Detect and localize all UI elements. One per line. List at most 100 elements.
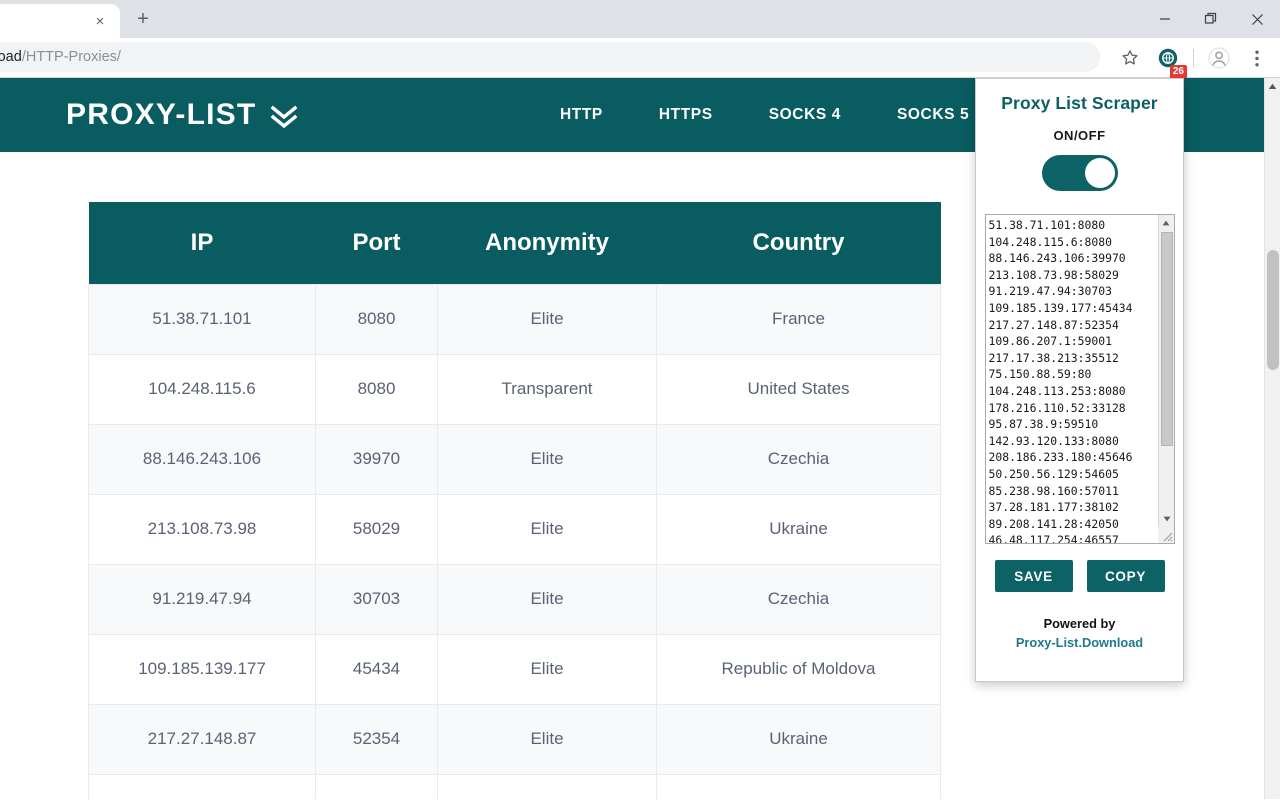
table-header-row: IP Port Anonymity Country [89,202,941,284]
cell-country: Ukraine [657,774,941,799]
extension-footer: Powered by Proxy-List.Download [1016,614,1143,652]
cell-port: 59001 [316,774,438,799]
proxy-table-body: 51.38.71.1018080EliteFrance104.248.115.6… [89,284,941,799]
extension-actions: SAVE COPY [995,560,1165,592]
cell-ip: 217.27.148.87 [89,704,316,774]
extension-popup: Proxy List Scraper ON/OFF 51.38.71.101:8… [975,78,1184,682]
powered-by-label: Powered by [1016,614,1143,633]
cell-port: 8080 [316,284,438,354]
table-row: 217.27.148.8752354EliteUkraine [89,704,941,774]
page-scrollbar[interactable] [1264,78,1280,799]
table-row: 88.146.243.10639970EliteCzechia [89,424,941,494]
url-text: w.proxy-list.download/HTTP-Proxies/ [0,49,121,65]
browser-chrome: × + w.proxy-list.download/HTTP-Proxies/ [0,0,1280,78]
cell-ip: 91.219.47.94 [89,564,316,634]
table-row: 109.86.207.159001EliteUkraine [89,774,941,799]
toolbar-divider [1193,49,1194,67]
cell-ip: 104.248.115.6 [89,354,316,424]
cell-port: 39970 [316,424,438,494]
proxy-list-scraper-extension-icon[interactable]: 26 [1152,42,1184,74]
table-row: 109.185.139.17745434EliteRepublic of Mol… [89,634,941,704]
address-bar[interactable]: w.proxy-list.download/HTTP-Proxies/ [0,42,1100,72]
nav-item-https[interactable]: HTTPS [659,106,713,124]
cell-ip: 109.86.207.1 [89,774,316,799]
textarea-scroll-up-icon[interactable] [1159,215,1174,231]
cell-country: Republic of Moldova [657,634,941,704]
cell-ip: 88.146.243.106 [89,424,316,494]
cell-ip: 109.185.139.177 [89,634,316,704]
textarea-scrollbar[interactable] [1158,215,1174,543]
cell-country: United States [657,354,941,424]
onoff-label: ON/OFF [1053,128,1105,143]
url-host: w.proxy-list.download [0,49,22,65]
cell-anonymity: Elite [438,424,657,494]
cell-anonymity: Elite [438,284,657,354]
toolbar-actions: 26 [1111,38,1276,78]
browser-tab-active[interactable]: × [0,4,120,38]
site-nav: HTTP HTTPS SOCKS 4 SOCKS 5 [560,106,969,124]
tab-close-icon[interactable]: × [89,10,111,32]
table-row: 91.219.47.9430703EliteCzechia [89,564,941,634]
close-icon[interactable] [1234,2,1280,36]
cell-port: 30703 [316,564,438,634]
textarea-resize-grip[interactable] [1158,527,1174,543]
cell-port: 52354 [316,704,438,774]
cell-country: Czechia [657,564,941,634]
cell-port: 8080 [316,354,438,424]
cell-ip: 213.108.73.98 [89,494,316,564]
column-header-port[interactable]: Port [316,202,438,284]
textarea-scrollbar-thumb[interactable] [1161,232,1173,446]
proxy-list-textarea[interactable]: 51.38.71.101:8080 104.248.115.6:8080 88.… [985,214,1175,544]
cell-ip: 51.38.71.101 [89,284,316,354]
site-logo-text: PROXY-LIST [66,98,256,132]
window-controls [1142,0,1280,38]
proxy-table-container: IP Port Anonymity Country 51.38.71.10180… [88,202,940,799]
onoff-toggle-switch[interactable] [1042,155,1118,191]
cell-port: 45434 [316,634,438,704]
proxy-table-head: IP Port Anonymity Country [89,202,941,284]
url-path: /HTTP-Proxies/ [22,49,121,65]
cell-country: Ukraine [657,704,941,774]
nav-item-http[interactable]: HTTP [560,106,603,124]
scrollbar-thumb[interactable] [1267,250,1279,370]
toggle-knob [1085,158,1115,188]
extension-badge-count: 26 [1170,65,1187,79]
textarea-scroll-down-icon[interactable] [1159,511,1175,527]
cell-country: Czechia [657,424,941,494]
cell-anonymity: Elite [438,634,657,704]
column-header-country[interactable]: Country [657,202,941,284]
restore-icon[interactable] [1188,2,1234,36]
double-chevron-down-icon [268,100,300,132]
cell-anonymity: Elite [438,704,657,774]
proxy-table: IP Port Anonymity Country 51.38.71.10180… [88,202,941,799]
cell-country: France [657,284,941,354]
cell-anonymity: Transparent [438,354,657,424]
star-icon[interactable] [1114,42,1146,74]
cell-anonymity: Elite [438,774,657,799]
tab-strip: × + [0,0,1280,38]
table-row: 51.38.71.1018080EliteFrance [89,284,941,354]
cell-anonymity: Elite [438,494,657,564]
new-tab-button[interactable]: + [128,4,158,34]
minimize-icon[interactable] [1142,2,1188,36]
browser-toolbar: w.proxy-list.download/HTTP-Proxies/ 26 [0,38,1280,78]
table-row: 213.108.73.9858029EliteUkraine [89,494,941,564]
scrollbar-up-arrow-icon[interactable] [1265,78,1280,95]
column-header-ip[interactable]: IP [89,202,316,284]
extension-title: Proxy List Scraper [1001,93,1157,114]
profile-avatar-icon[interactable] [1203,42,1235,74]
save-button[interactable]: SAVE [995,560,1073,592]
copy-button[interactable]: COPY [1087,560,1165,592]
cell-country: Ukraine [657,494,941,564]
cell-port: 58029 [316,494,438,564]
nav-item-socks4[interactable]: SOCKS 4 [769,106,841,124]
proxy-list-text[interactable]: 51.38.71.101:8080 104.248.115.6:8080 88.… [986,215,1158,543]
column-header-anonymity[interactable]: Anonymity [438,202,657,284]
table-row: 104.248.115.68080TransparentUnited State… [89,354,941,424]
nav-item-socks5[interactable]: SOCKS 5 [897,106,969,124]
cell-anonymity: Elite [438,564,657,634]
page-viewport: PROXY-LIST HTTP HTTPS SOCKS 4 SOCKS 5 IP [0,78,1280,799]
three-dot-menu-icon[interactable] [1241,42,1273,74]
proxy-list-download-link[interactable]: Proxy-List.Download [1016,633,1143,652]
site-logo[interactable]: PROXY-LIST [66,98,300,132]
